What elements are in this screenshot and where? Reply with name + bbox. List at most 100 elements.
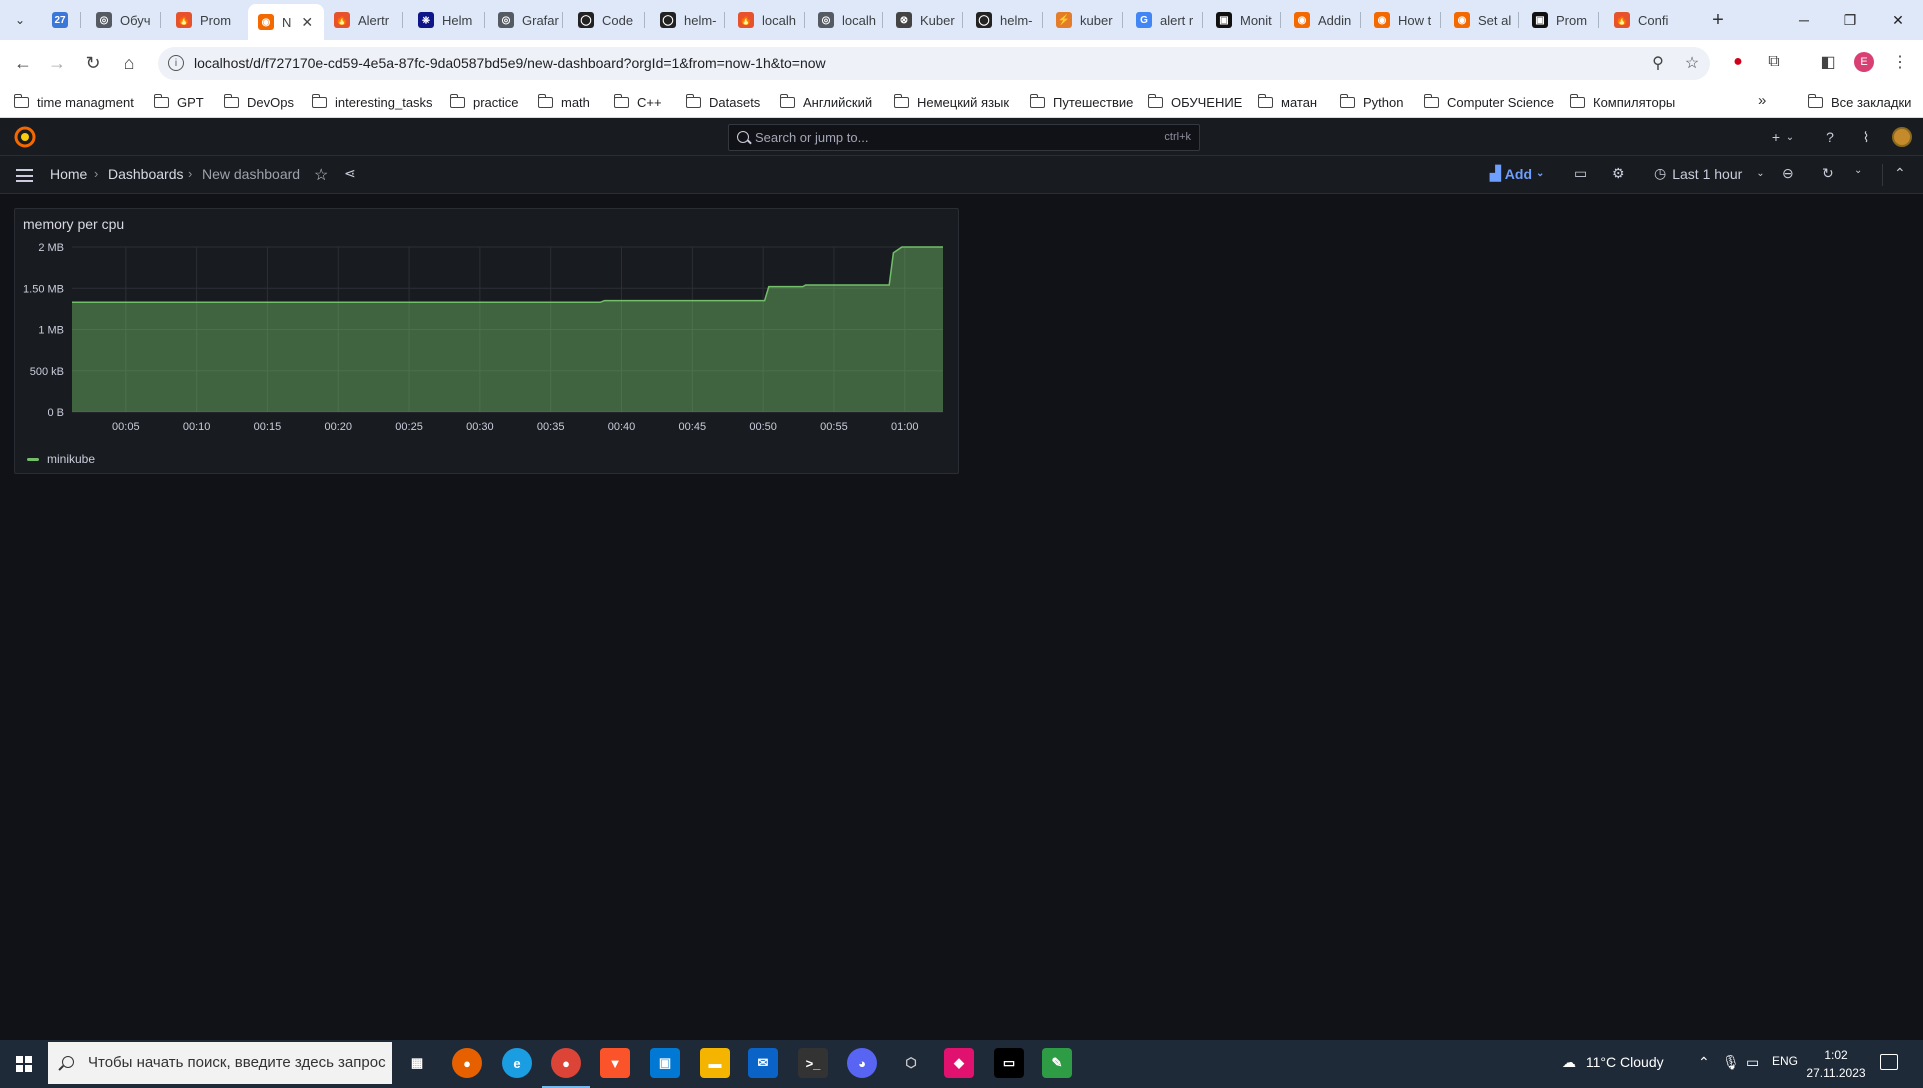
browser-tab[interactable]: ◉ Addin bbox=[1284, 6, 1362, 34]
bookmark-folder[interactable]: practice bbox=[449, 92, 519, 112]
time-picker-button[interactable]: ◷ Last 1 hour ⌄ bbox=[1654, 165, 1765, 182]
taskbar-search-input[interactable]: Чтобы начать поиск, введите здесь запрос bbox=[48, 1042, 392, 1084]
language-indicator[interactable]: ENG bbox=[1772, 1054, 1798, 1068]
browser-menu-icon[interactable]: ⋮ bbox=[1888, 50, 1912, 74]
site-info-icon[interactable]: i bbox=[168, 55, 184, 71]
user-avatar[interactable] bbox=[1892, 127, 1912, 147]
bookmark-folder[interactable]: interesting_tasks bbox=[311, 92, 433, 112]
browser-tab[interactable]: ▣ Prom bbox=[1522, 6, 1600, 34]
browser-tab[interactable]: ◎ Обуч bbox=[86, 6, 162, 34]
browser-tab[interactable]: ◉ Set al bbox=[1444, 6, 1520, 34]
bookmark-folder[interactable]: GPT bbox=[153, 92, 204, 112]
browser-tab[interactable]: 🔥 Prom bbox=[166, 6, 244, 34]
address-bar[interactable]: i localhost/d/f727170e-cd59-4e5a-87fc-9d… bbox=[158, 47, 1710, 80]
collapse-toolbar-icon[interactable]: ⌃ bbox=[1894, 165, 1906, 182]
search-input[interactable]: Search or jump to... ctrl+k bbox=[728, 124, 1200, 151]
windows-start-icon[interactable] bbox=[16, 1056, 32, 1072]
store-icon[interactable]: ▣ bbox=[650, 1048, 680, 1078]
share-icon[interactable]: ⋖ bbox=[344, 165, 356, 182]
new-tab-button[interactable]: + bbox=[1706, 8, 1730, 32]
help-icon[interactable]: ? bbox=[1820, 127, 1840, 147]
close-window-icon[interactable]: ✕ bbox=[1878, 8, 1918, 32]
bookmark-folder[interactable]: Английский bbox=[779, 92, 872, 112]
browser-tab[interactable]: Galert r bbox=[1126, 6, 1204, 34]
news-rss-icon[interactable]: ⌇ bbox=[1856, 127, 1876, 147]
browser-tab[interactable]: ◎ Grafar bbox=[488, 6, 564, 34]
star-dashboard-icon[interactable]: ☆ bbox=[314, 165, 328, 185]
weather-widget[interactable]: ☁ 11°C Cloudy bbox=[1562, 1054, 1664, 1071]
browser-tab[interactable]: 27 bbox=[42, 6, 82, 34]
discord-icon[interactable]: ◕ bbox=[847, 1048, 877, 1078]
bookmark-folder[interactable]: матан bbox=[1257, 92, 1317, 112]
bookmark-folder[interactable]: C++ bbox=[613, 92, 662, 112]
browser-tab[interactable]: 🔥 localh bbox=[728, 6, 806, 34]
mail-icon[interactable]: ✉ bbox=[748, 1048, 778, 1078]
bookmark-folder[interactable]: Путешествие bbox=[1029, 92, 1133, 112]
browser-tab[interactable]: ⊗ Kuber bbox=[886, 6, 964, 34]
bookmarks-overflow-button[interactable]: » bbox=[1758, 92, 1766, 109]
browser-tab[interactable]: 🔥 Alertr bbox=[324, 6, 404, 34]
reload-icon[interactable]: ↻ bbox=[78, 48, 108, 78]
file-explorer-icon[interactable]: ▬ bbox=[700, 1048, 730, 1078]
bookmark-folder[interactable]: Python bbox=[1339, 92, 1403, 112]
home-icon[interactable]: ⌂ bbox=[114, 48, 144, 78]
tab-close-icon[interactable]: ✕ bbox=[301, 14, 313, 31]
bookmark-folder[interactable]: DevOps bbox=[223, 92, 294, 112]
zoom-icon[interactable]: ⚲ bbox=[1646, 51, 1670, 75]
microphone-icon[interactable]: 🎙 bbox=[1722, 1054, 1740, 1071]
add-button[interactable]: ▟ Add ⌄ bbox=[1490, 165, 1544, 182]
profile-avatar[interactable]: E bbox=[1854, 52, 1874, 72]
tab-search-icon[interactable]: ⌄ bbox=[8, 8, 32, 32]
url-text[interactable]: localhost/d/f727170e-cd59-4e5a-87fc-9da0… bbox=[194, 55, 826, 71]
legend-item[interactable]: minikube bbox=[27, 452, 95, 466]
refresh-icon[interactable]: ↻ bbox=[1822, 165, 1834, 182]
tray-overflow-icon[interactable]: ⌃ bbox=[1698, 1054, 1710, 1071]
breadcrumb-home[interactable]: Home bbox=[50, 166, 87, 182]
tab-active[interactable]: ◉ N ✕ bbox=[248, 4, 324, 40]
browser-tab[interactable]: ◯ helm- bbox=[966, 6, 1044, 34]
bookmark-star-icon[interactable]: ☆ bbox=[1680, 51, 1704, 75]
back-icon[interactable]: ← bbox=[8, 48, 38, 78]
menu-icon[interactable] bbox=[16, 169, 33, 182]
restore-icon[interactable]: ❐ bbox=[1830, 8, 1870, 32]
firefox-icon[interactable]: ● bbox=[452, 1048, 482, 1078]
settings-gear-icon[interactable]: ⚙ bbox=[1612, 165, 1625, 182]
task-view-icon[interactable]: ▦ bbox=[402, 1048, 432, 1078]
browser-tab[interactable]: ▣ Monit bbox=[1206, 6, 1282, 34]
browser-tab[interactable]: ◯ helm- bbox=[650, 6, 726, 34]
zoom-out-icon[interactable]: ⊖ bbox=[1782, 165, 1794, 182]
edge-icon[interactable]: e bbox=[502, 1048, 532, 1078]
opera-extension-icon[interactable]: ● bbox=[1726, 50, 1750, 74]
breadcrumb-dashboards[interactable]: Dashboards bbox=[108, 166, 184, 182]
forward-icon[interactable]: → bbox=[42, 48, 72, 78]
notepad-icon[interactable]: ✎ bbox=[1042, 1048, 1072, 1078]
chrome-icon[interactable]: ● bbox=[542, 1048, 590, 1088]
side-panel-icon[interactable]: ◧ bbox=[1816, 50, 1840, 74]
notifications-icon[interactable] bbox=[1880, 1054, 1898, 1070]
browser-tab[interactable]: ◯ Code bbox=[568, 6, 646, 34]
network-icon[interactable]: ▭ bbox=[1746, 1054, 1759, 1071]
panel-title[interactable]: memory per cpu bbox=[23, 216, 124, 232]
extensions-icon[interactable]: ⧉ bbox=[1762, 50, 1786, 74]
console-icon[interactable]: ▭ bbox=[994, 1048, 1024, 1078]
memory-chart[interactable]: 0 B 500 kB 1 MB 1.50 MB 2 MB 00:05 00:10 00:15 0… bbox=[15, 209, 960, 475]
browser-tab[interactable]: 🔥 Confi bbox=[1604, 6, 1694, 34]
browser-tab[interactable]: ⚡ kuber bbox=[1046, 6, 1124, 34]
bookmark-folder[interactable]: ОБУЧЕНИЕ bbox=[1147, 92, 1242, 112]
virtualbox-icon[interactable]: ⬡ bbox=[896, 1048, 926, 1078]
new-dropdown-chevron-icon[interactable]: ⌄ bbox=[1780, 127, 1800, 147]
bookmark-folder[interactable]: Компиляторы bbox=[1569, 92, 1675, 112]
bookmark-folder[interactable]: time managment bbox=[13, 92, 134, 112]
browser-tab[interactable]: ⎈ Helm bbox=[408, 6, 486, 34]
terminal-icon[interactable]: >_ bbox=[798, 1048, 828, 1078]
taskbar-clock[interactable]: 1:02 27.11.2023 bbox=[1806, 1046, 1866, 1082]
brave-icon[interactable]: ▼ bbox=[600, 1048, 630, 1078]
timeseries-panel[interactable]: 0 B 500 kB 1 MB 1.50 MB 2 MB 00:05 00:10 00:15 0… bbox=[14, 208, 959, 474]
bookmark-folder[interactable]: Datasets bbox=[685, 92, 760, 112]
refresh-dropdown-chevron-icon[interactable]: ⌄ bbox=[1854, 165, 1862, 176]
browser-tab[interactable]: ◎ localh bbox=[808, 6, 884, 34]
grafana-logo-icon[interactable] bbox=[14, 126, 36, 148]
browser-tab[interactable]: ◉ How t bbox=[1364, 6, 1442, 34]
all-bookmarks-button[interactable]: Все закладки bbox=[1807, 92, 1911, 112]
bookmark-folder[interactable]: math bbox=[537, 92, 590, 112]
